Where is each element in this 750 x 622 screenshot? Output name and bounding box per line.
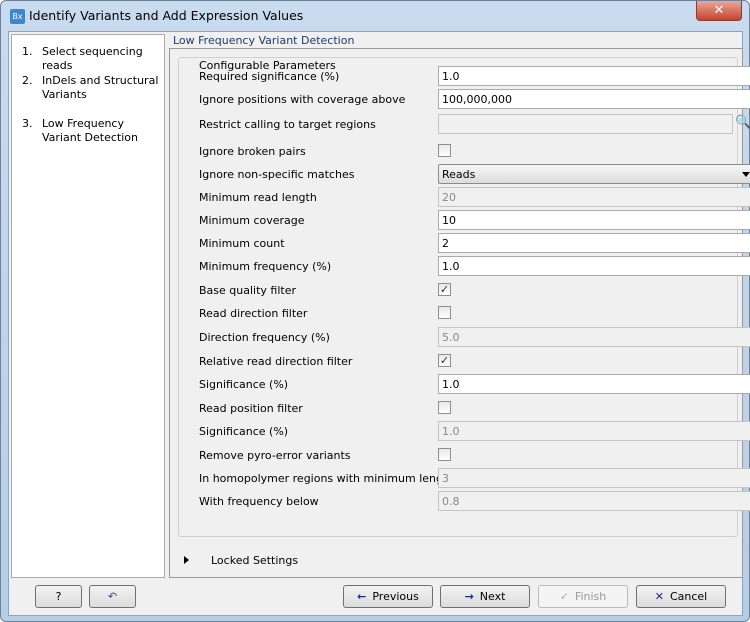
previous-label: Previous: [372, 590, 419, 603]
step-label: InDels and Structural Variants: [42, 74, 159, 101]
param-label: Read position filter: [199, 402, 303, 415]
param-row: Significance (%) 1.0: [199, 374, 750, 396]
select-value: Reads: [442, 168, 476, 181]
finish-button[interactable]: ✓ Finish: [538, 585, 628, 608]
arrow-right-icon: →: [464, 590, 474, 603]
param-row: With frequency below 0.8: [199, 491, 750, 513]
param-checkbox[interactable]: [438, 401, 451, 414]
param-input-disabled: 3: [438, 468, 750, 488]
cancel-button[interactable]: ✕ Cancel: [636, 585, 726, 608]
reset-button[interactable]: ↶: [89, 585, 136, 608]
param-row: Direction frequency (%) 5.0: [199, 327, 750, 349]
param-checkbox[interactable]: ✓: [438, 283, 451, 296]
param-label: Minimum count: [199, 237, 285, 250]
param-input[interactable]: 10: [438, 210, 750, 230]
panel-box: Configurable Parameters Required signifi…: [169, 48, 750, 578]
param-row: Ignore non-specific matches Reads: [199, 164, 750, 186]
param-label: Ignore positions with coverage above: [199, 93, 406, 106]
param-input-disabled: 20: [438, 187, 750, 207]
param-row: Ignore broken pairs: [199, 141, 739, 163]
param-row: Restrict calling to target regions 🔍: [199, 114, 750, 136]
target-regions-input: [438, 114, 733, 134]
cancel-label: Cancel: [669, 590, 708, 603]
configurable-parameters-group: Configurable Parameters Required signifi…: [178, 57, 750, 537]
close-icon: ✕: [713, 3, 725, 18]
step-label: Low Frequency Variant Detection: [42, 117, 138, 144]
param-row: Base quality filter ✓: [199, 280, 739, 302]
param-row: In homopolymer regions with minimum leng…: [199, 468, 750, 490]
param-checkbox[interactable]: [438, 144, 451, 157]
param-row: Ignore positions with coverage above 100,…: [199, 89, 750, 111]
param-checkbox[interactable]: [438, 448, 451, 461]
next-button[interactable]: → Next: [440, 585, 530, 608]
param-row: Minimum read length 20: [199, 187, 750, 209]
param-checkbox[interactable]: [438, 306, 451, 319]
chevron-down-icon: [742, 172, 750, 181]
param-input[interactable]: 100,000,000: [438, 89, 750, 109]
panel-title: Low Frequency Variant Detection: [173, 34, 355, 47]
param-input[interactable]: 2: [438, 233, 750, 253]
param-label: Significance (%): [199, 425, 289, 438]
step-2: 2. InDels and Structural Variants: [22, 74, 162, 102]
settings-panel: Low Frequency Variant Detection Configur…: [169, 34, 750, 578]
steps-panel: 1. Select sequencing reads 2. InDels and S…: [11, 34, 165, 578]
param-row: Minimum coverage 10: [199, 210, 750, 232]
step-number: 2.: [22, 74, 33, 87]
param-label: Direction frequency (%): [199, 331, 330, 344]
param-label: Minimum coverage: [199, 214, 305, 227]
param-label: Restrict calling to target regions: [199, 118, 376, 131]
param-label: With frequency below: [199, 495, 319, 508]
param-input-disabled: 0.8: [438, 491, 750, 511]
param-row: Relative read direction filter ✓: [199, 351, 739, 373]
param-label: Remove pyro-error variants: [199, 449, 351, 462]
param-checkbox[interactable]: ✓: [438, 354, 451, 367]
param-label: Base quality filter: [199, 284, 296, 297]
checkmark-icon: ✓: [559, 590, 569, 603]
param-row: Minimum count 2: [199, 233, 750, 255]
step-3: 3. Low Frequency Variant Detection: [22, 117, 162, 145]
param-label: Ignore broken pairs: [199, 145, 306, 158]
step-1: 1. Select sequencing reads: [22, 45, 162, 73]
close-button[interactable]: ✕: [696, 1, 742, 21]
step-number: 1.: [22, 45, 33, 58]
expand-triangle-icon: [184, 556, 193, 564]
window-title: Identify Variants and Add Expression Val…: [29, 8, 304, 23]
param-row: Required significance (%) 1.0: [199, 66, 750, 88]
param-label: Ignore non-specific matches: [199, 168, 355, 181]
locked-settings-toggle[interactable]: Locked Settings: [184, 554, 298, 567]
param-label: Minimum read length: [199, 191, 317, 204]
param-label: Required significance (%): [199, 70, 340, 83]
next-label: Next: [479, 590, 506, 603]
param-label: In homopolymer regions with minimum leng…: [199, 472, 455, 485]
help-button[interactable]: ?: [35, 585, 82, 608]
param-input[interactable]: 1.0: [438, 256, 750, 276]
param-select[interactable]: Reads: [438, 164, 750, 184]
param-label: Significance (%): [199, 378, 289, 391]
param-input-disabled: 1.0: [438, 421, 750, 441]
help-icon: ?: [55, 590, 62, 603]
param-row: Minimum frequency (%) 1.0: [199, 256, 750, 278]
x-icon: ✕: [654, 590, 664, 603]
finish-label: Finish: [574, 590, 607, 603]
step-number: 3.: [22, 117, 33, 130]
dialog-window: Bx Identify Variants and Add Expression …: [0, 0, 750, 622]
previous-button[interactable]: ← Previous: [343, 585, 433, 608]
browse-folder-icon[interactable]: 🔍: [735, 115, 750, 133]
param-input[interactable]: 1.0: [438, 374, 750, 394]
reset-icon: ↶: [107, 590, 118, 603]
param-row: Read direction filter: [199, 303, 739, 325]
step-label: Select sequencing reads: [42, 45, 143, 72]
param-input-disabled: 5.0: [438, 327, 750, 347]
param-label: Relative read direction filter: [199, 355, 353, 368]
param-row: Remove pyro-error variants: [199, 445, 739, 467]
app-icon: Bx: [10, 9, 25, 24]
param-label: Minimum frequency (%): [199, 260, 332, 273]
dialog-client: 1. Select sequencing reads 2. InDels and S…: [8, 31, 750, 616]
locked-settings-label: Locked Settings: [211, 554, 299, 567]
param-row: Read position filter: [199, 398, 739, 420]
param-row: Significance (%) 1.0: [199, 421, 750, 443]
param-label: Read direction filter: [199, 307, 308, 320]
arrow-left-icon: ←: [357, 590, 367, 603]
param-input[interactable]: 1.0: [438, 66, 750, 86]
